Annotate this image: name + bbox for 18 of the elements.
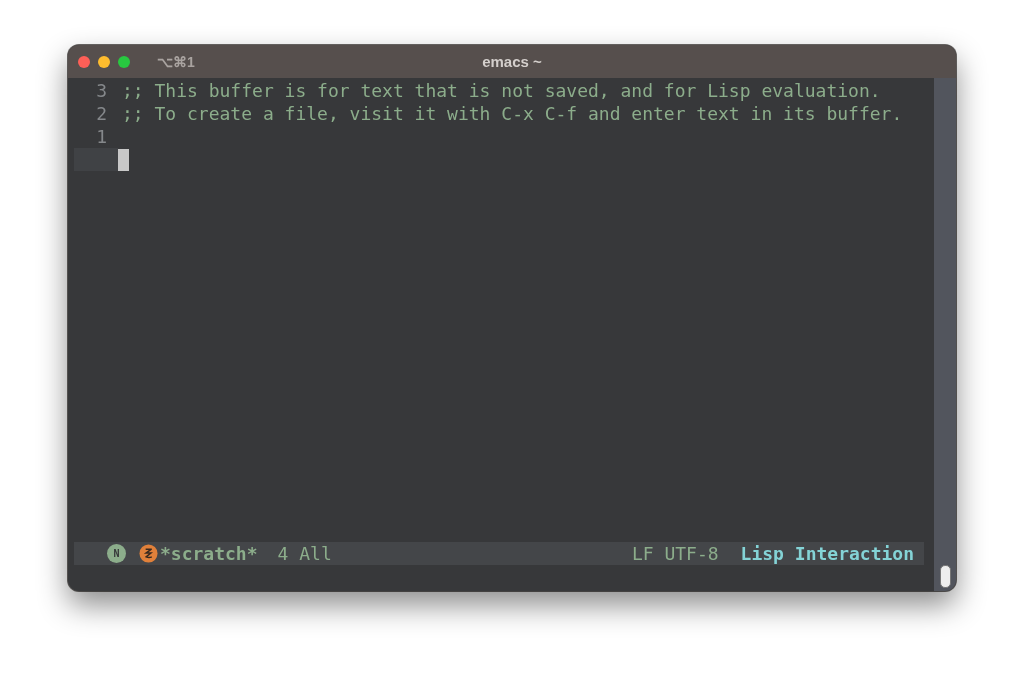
comment-line: ;; To create a file, visit it with C-x C-f and enter text in its buffer. [122,102,903,125]
minimize-button[interactable] [98,55,110,68]
line-number: 1 [95,125,108,148]
line-number: 3 [95,79,108,102]
zoom-button[interactable] [118,55,130,68]
window-title: emacs ~ [482,53,542,70]
major-mode: Lisp Interaction [740,543,914,564]
scrollbar-thumb[interactable] [939,565,951,588]
comment-line: ;; This buffer is for text that is not saved, and for Lisp evaluation. [122,79,881,102]
line-number: 2 [95,102,108,125]
state-badge: N [107,544,126,563]
buffer-name: *scratch* [160,543,258,564]
buffer-position: 4 All [277,543,332,564]
close-button[interactable] [78,55,90,68]
text-cursor [118,148,129,171]
encoding-label: LF UTF-8 [631,543,719,564]
window-shortcut: ⌥⌘1 [157,53,195,70]
emacs-logo-icon [139,544,158,563]
